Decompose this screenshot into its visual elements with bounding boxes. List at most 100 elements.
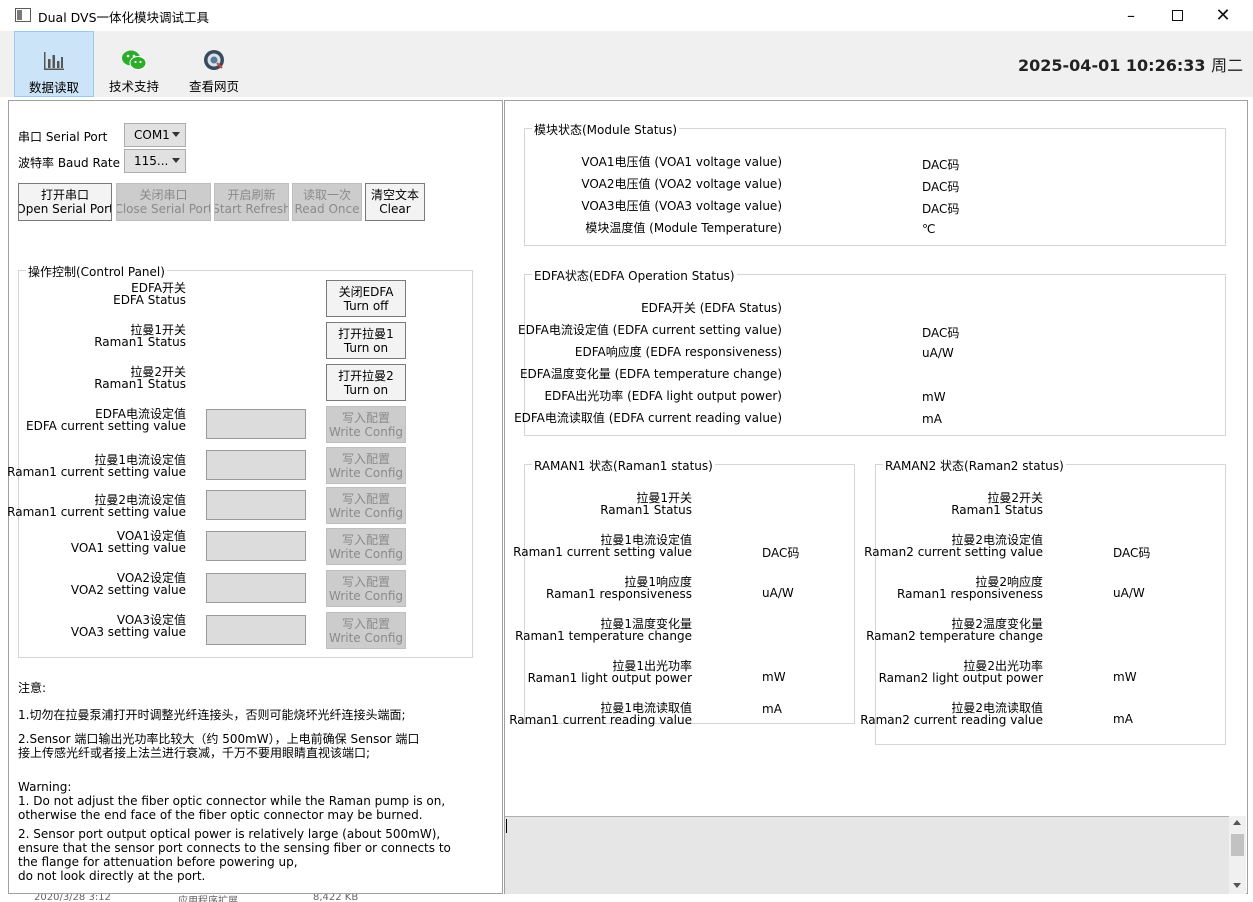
warning-en-1a: 1. Do not adjust the fiber optic connect… (18, 794, 446, 808)
bg-file-size: 8,422 KB (313, 894, 359, 902)
status-label: EDFA电流读取值 (EDFA current reading value) (514, 411, 782, 425)
minimize-icon: – (1127, 6, 1135, 25)
status-unit: DAC码 (922, 180, 960, 194)
close-serial-port-button[interactable]: 关闭串口 Close Serial Port (116, 183, 211, 221)
status-unit: mW (762, 670, 786, 684)
button-label-cn: 写入配置 (341, 410, 390, 425)
write-config-button[interactable]: 写入配置 Write Config (326, 612, 406, 649)
write-config-button[interactable]: 写入配置 Write Config (326, 447, 406, 484)
log-scrollbar[interactable] (1229, 816, 1246, 894)
setting-label-en: Raman1 current setting value (7, 505, 186, 519)
toolbar-data-read-button[interactable]: 数据读取 (14, 31, 94, 97)
note-cn-2b: 接上传感光纤或者接上法兰进行衰减，千万不要用眼睛直视该端口; (18, 746, 371, 760)
open-serial-port-button[interactable]: 打开串口 Open Serial Port (18, 183, 112, 221)
serial-port-select[interactable]: COM1 (124, 123, 186, 147)
wechat-icon (121, 47, 147, 73)
button-label-cn: 写入配置 (341, 574, 390, 589)
write-config-button[interactable]: 写入配置 Write Config (326, 406, 406, 443)
button-label-en: Open Serial Port (18, 202, 112, 216)
button-label-cn: 清空文本 (370, 188, 419, 202)
warning-en-2b: ensure that the sensor port connects to … (18, 841, 451, 855)
note-cn-1: 1.切勿在拉曼泵浦打开时调整光纤连接头，否则可能烧坏光纤连接头端面; (18, 708, 406, 722)
maximize-button[interactable] (1154, 0, 1200, 31)
bg-file-type: 应用程序扩展 (178, 896, 238, 902)
status-label-en: Raman1 Status (951, 503, 1043, 517)
edfa-current-setting-input[interactable] (206, 409, 306, 439)
button-label-en: Close Serial Port (116, 202, 211, 216)
status-label: EDFA出光功率 (EDFA light output power) (544, 389, 782, 403)
voa1-setting-input[interactable] (206, 531, 306, 561)
raman2-status-title: RAMAN2 状态(Raman2 status) (883, 457, 1066, 474)
button-label-en: Write Config (329, 465, 403, 480)
raman2-status-group (875, 464, 1226, 745)
raman1-toggle-button[interactable]: 打开拉曼1 Turn on (326, 322, 406, 359)
status-label: EDFA温度变化量 (EDFA temperature change) (519, 367, 782, 381)
edfa-toggle-button[interactable]: 关闭EDFA Turn off (326, 280, 406, 317)
voa2-setting-input[interactable] (206, 573, 306, 603)
voa3-setting-input[interactable] (206, 615, 306, 645)
chevron-down-icon (172, 158, 180, 163)
bar-chart-icon (41, 48, 67, 74)
baud-rate-label: 波特率 Baud Rate (18, 156, 120, 170)
button-label-en: Write Config (329, 630, 403, 645)
raman2-current-setting-input[interactable] (206, 490, 306, 520)
raman1-current-setting-input[interactable] (206, 450, 306, 480)
status-unit: mA (922, 412, 942, 426)
button-label-cn: 打开拉曼1 (338, 326, 394, 341)
status-label-en: Raman2 light output power (878, 671, 1043, 685)
datetime-display: 2025-04-01 10:26:33 周二 (1018, 52, 1243, 76)
setting-label-en: Raman1 current setting value (7, 465, 186, 479)
toolbar-view-web-button[interactable]: 查看网页 (174, 31, 254, 97)
setting-label-en: VOA2 setting value (70, 583, 186, 597)
status-unit: DAC码 (1113, 546, 1151, 560)
module-status-title: 模块状态(Module Status) (532, 121, 680, 138)
button-label-en: Clear (379, 202, 411, 216)
button-label-cn: 写入配置 (341, 616, 390, 631)
status-unit: uA/W (922, 346, 954, 360)
log-textarea[interactable] (505, 816, 1229, 894)
toolbar-tech-support-button[interactable]: 技术支持 (94, 31, 174, 97)
window-title: Dual DVS一体化模块调试工具 (38, 10, 210, 25)
warning-en-2d: do not look directly at the port. (18, 869, 206, 883)
status-label-en: Raman1 light output power (527, 671, 692, 685)
baud-rate-select[interactable]: 115... (124, 149, 186, 173)
read-once-button[interactable]: 读取一次 Read Once (292, 183, 362, 221)
button-label-en: Turn off (343, 298, 389, 313)
write-config-button[interactable]: 写入配置 Write Config (326, 528, 406, 565)
background-window-strip: 2020/3/28 3:12 应用程序扩展 8,422 KB (0, 894, 1253, 902)
clear-text-button[interactable]: 清空文本 Clear (365, 183, 425, 221)
close-button[interactable]: ✕ (1200, 0, 1246, 31)
datetime-value: 2025-04-01 10:26:33 (1018, 56, 1206, 75)
button-label-cn: 开启刷新 (227, 188, 276, 202)
scroll-down-icon (1233, 883, 1241, 888)
status-unit: ℃ (922, 222, 936, 236)
status-unit: mA (762, 702, 782, 716)
raman1-switch-label-en: Raman1 Status (94, 335, 186, 349)
scroll-thumb[interactable] (1231, 834, 1244, 856)
app-window-icon (15, 8, 31, 22)
status-unit: mA (1113, 712, 1133, 726)
raman2-toggle-button[interactable]: 打开拉曼2 Turn on (326, 364, 406, 401)
status-label-en: Raman1 temperature change (515, 629, 692, 643)
status-unit: uA/W (762, 586, 794, 600)
button-label-cn: 关闭串口 (139, 188, 188, 202)
status-label: VOA3电压值 (VOA3 voltage value) (581, 199, 782, 213)
write-config-button[interactable]: 写入配置 Write Config (326, 570, 406, 607)
note-cn-2a: 2.Sensor 端口输出光功率比较大（约 500mW），上电前确保 Senso… (18, 732, 420, 746)
start-refresh-button[interactable]: 开启刷新 Start Refresh (214, 183, 289, 221)
status-label: EDFA电流设定值 (EDFA current setting value) (518, 323, 782, 337)
status-unit: DAC码 (922, 326, 960, 340)
status-unit: mW (1113, 670, 1137, 684)
status-label-en: Raman1 current reading value (509, 713, 692, 727)
write-config-button[interactable]: 写入配置 Write Config (326, 487, 406, 524)
edfa-switch-label-en: EDFA Status (113, 293, 186, 307)
scroll-up-icon (1233, 820, 1241, 825)
status-label-en: Raman1 responsiveness (546, 587, 692, 601)
status-label: VOA1电压值 (VOA1 voltage value) (581, 155, 782, 169)
status-label-en: Raman1 responsiveness (897, 587, 1043, 601)
chevron-down-icon (172, 132, 180, 137)
status-label: EDFA开关 (EDFA Status) (641, 301, 782, 315)
button-label-en: Turn on (343, 382, 389, 397)
button-label-cn: 写入配置 (341, 491, 390, 506)
minimize-button[interactable]: – (1108, 0, 1154, 31)
